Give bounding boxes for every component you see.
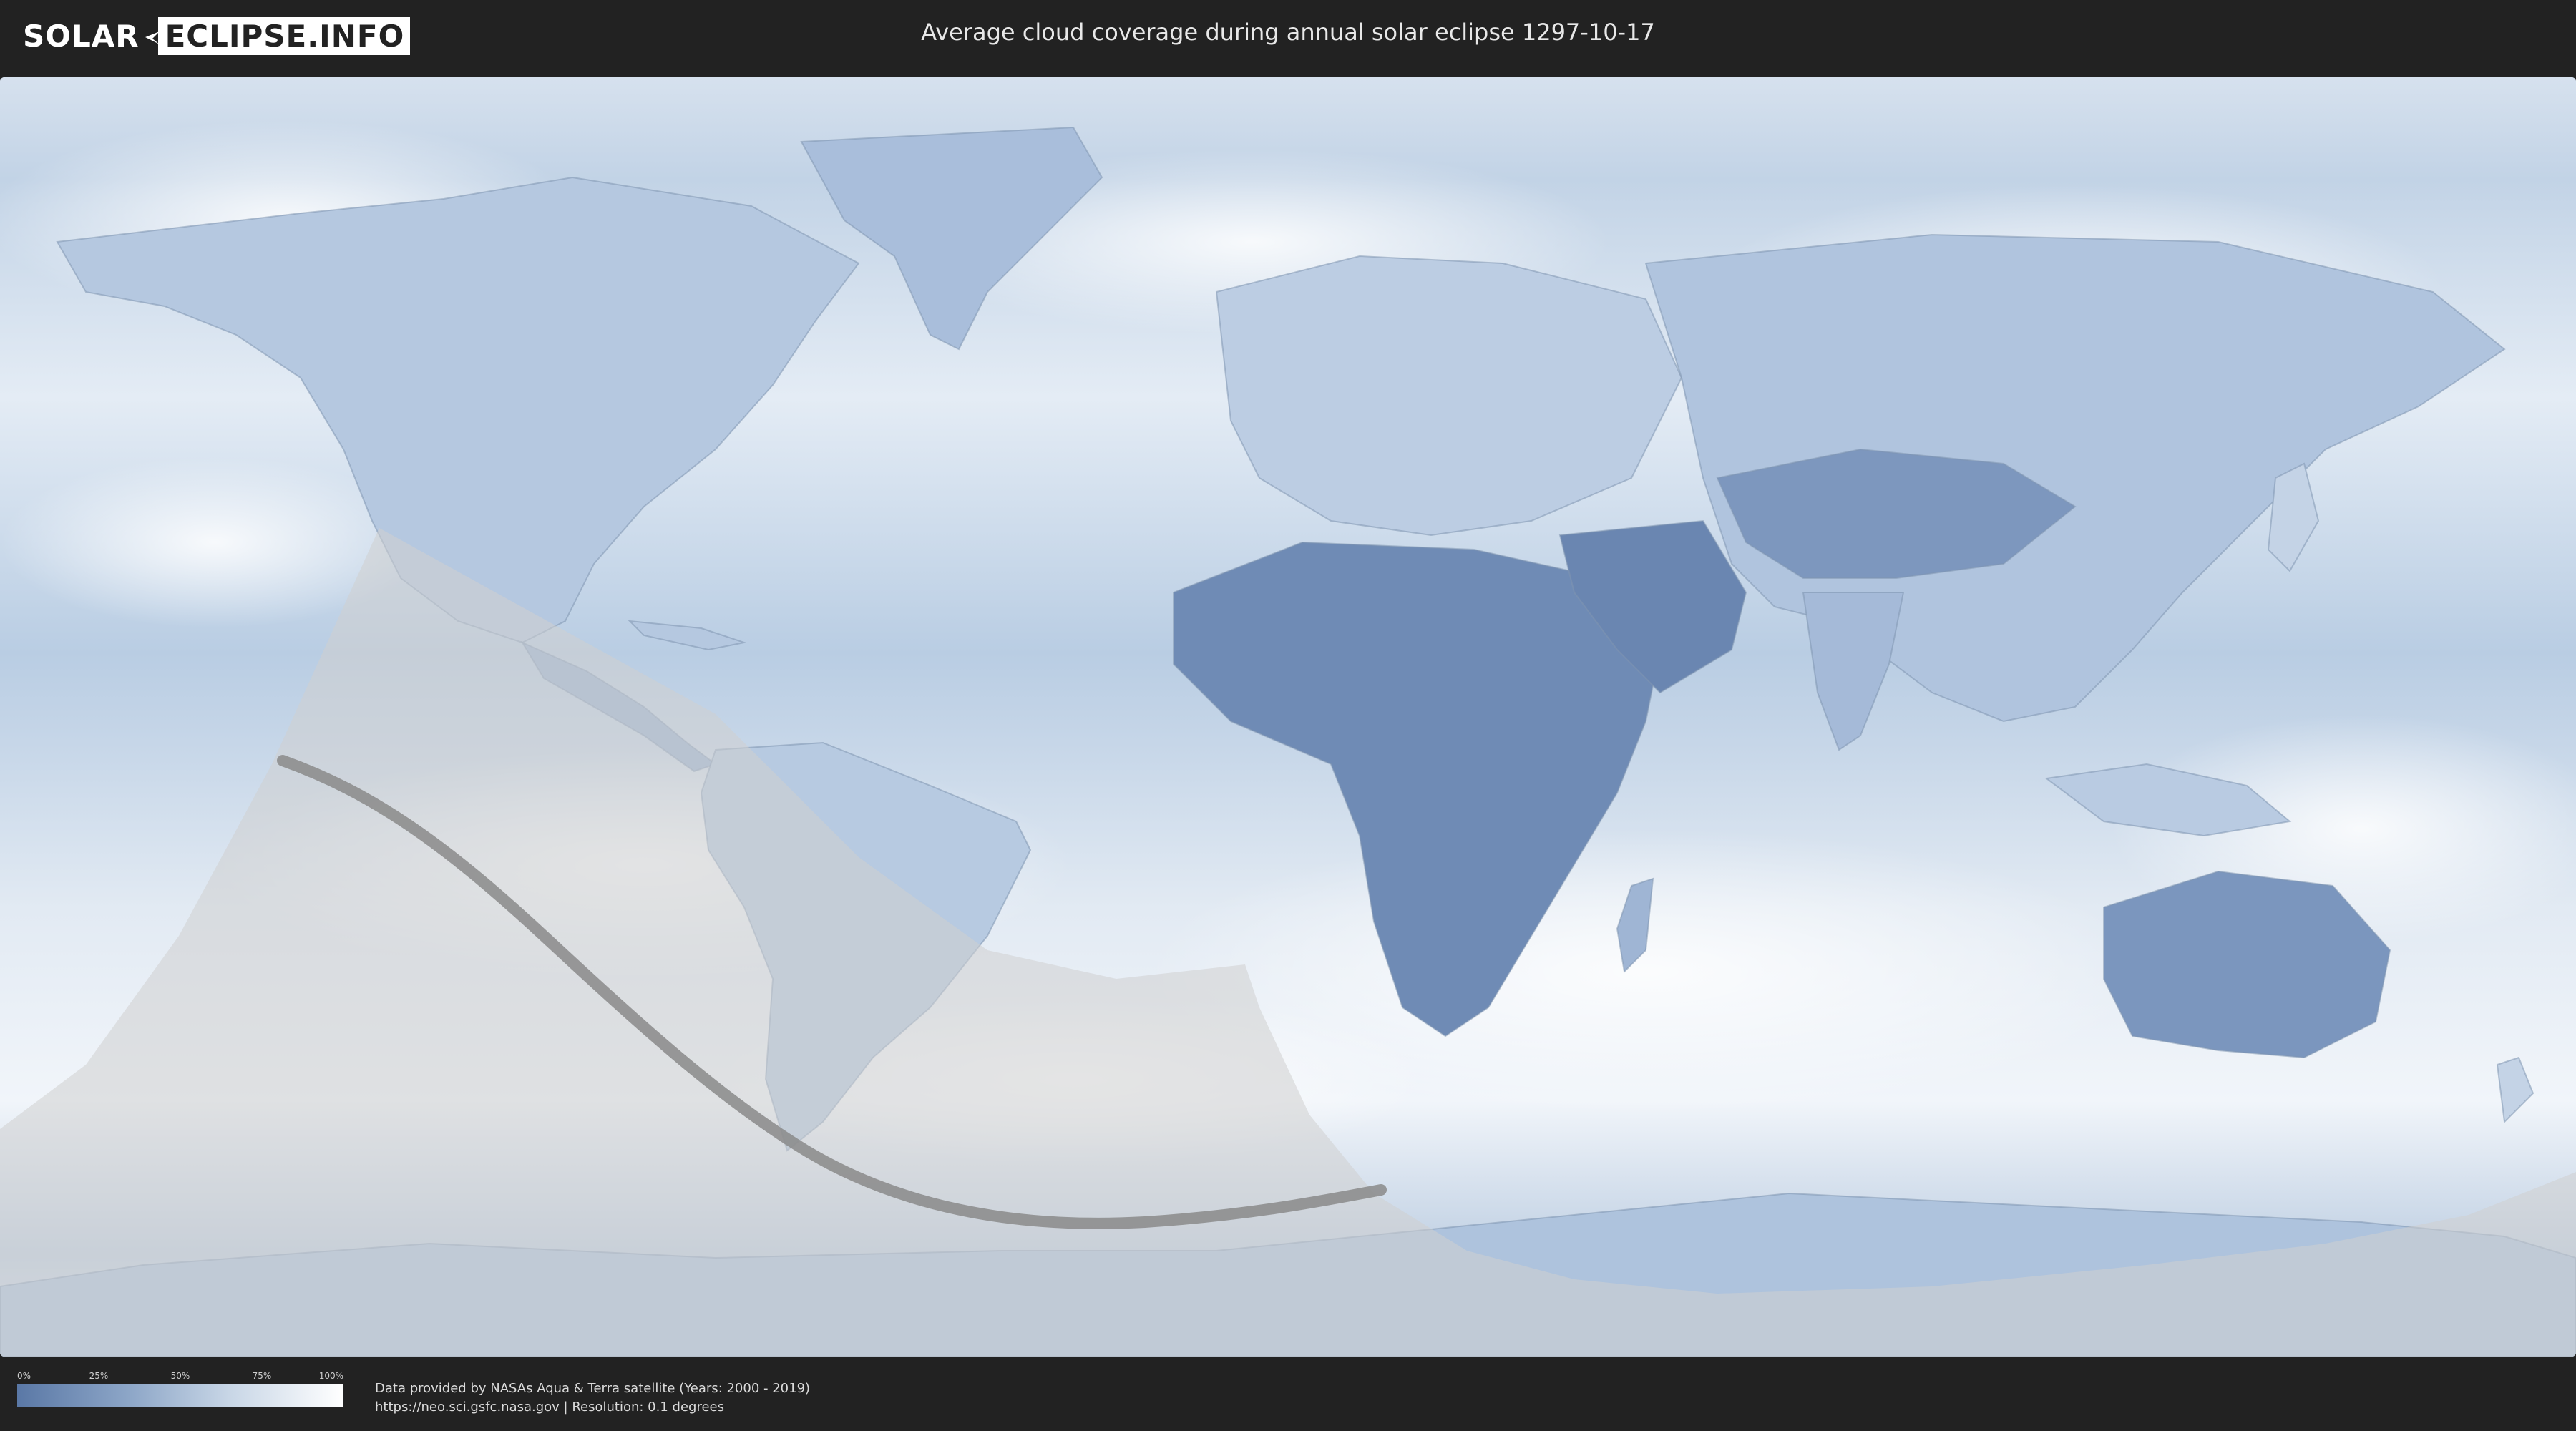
legend-tick: 0%: [17, 1371, 31, 1381]
header-bar: SOLAR ECLIPSE.INFO Average cloud coverag…: [0, 0, 2576, 72]
legend-tick: 50%: [170, 1371, 190, 1381]
legend-tick: 25%: [89, 1371, 109, 1381]
legend-ticks: 0% 25% 50% 75% 100%: [17, 1371, 343, 1384]
credit-url-resolution: https://neo.sci.gsfc.nasa.gov | Resoluti…: [375, 1400, 724, 1415]
cloud-coverage-map[interactable]: [0, 77, 2576, 1357]
footer-bar: 0% 25% 50% 75% 100% Data provided by NAS…: [0, 1357, 2576, 1431]
data-credits: Data provided by NASAs Aqua & Terra sate…: [375, 1379, 810, 1417]
legend-tick: 75%: [252, 1371, 272, 1381]
page-title: Average cloud coverage during annual sol…: [921, 19, 1655, 46]
legend-gradient-bar: [17, 1384, 343, 1407]
legend-tick: 100%: [318, 1371, 343, 1381]
cloud-coverage-legend: 0% 25% 50% 75% 100%: [17, 1371, 343, 1407]
credit-source: Data provided by NASAs Aqua & Terra sate…: [375, 1381, 811, 1396]
